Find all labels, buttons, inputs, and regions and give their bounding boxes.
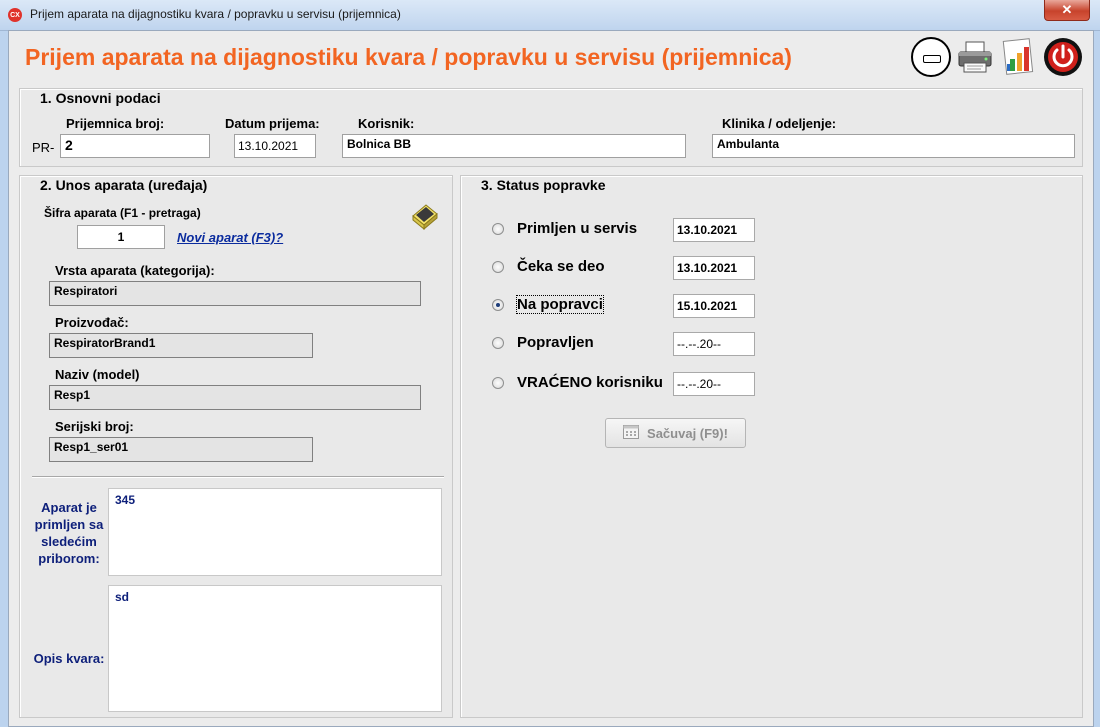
status-date-field[interactable]: 13.10.2021 (673, 256, 755, 280)
section-repair-status: 3. Status popravke Primljen u servis 13.1… (460, 175, 1083, 718)
manufacturer-field: RespiratorBrand1 (49, 333, 313, 358)
window-close-button[interactable]: ✕ (1044, 0, 1090, 21)
status-label[interactable]: Popravljen (517, 334, 594, 351)
serial-label: Serijski broj: (55, 419, 134, 434)
device-type-label: Vrsta aparata (kategorija): (55, 263, 215, 278)
client-label: Korisnik: (358, 116, 415, 131)
receipt-date-field[interactable]: 13.10.2021 (234, 134, 316, 158)
save-button-label: Sačuvaj (F9)! (647, 425, 728, 441)
device-code-field[interactable]: 1 (77, 225, 165, 249)
status-radio[interactable] (492, 337, 504, 349)
section-basic-data: 1. Osnovni podaci Prijemnica broj: PR- 2… (19, 88, 1083, 167)
page-title: Prijem aparata na dijagnostiku kvara / p… (25, 44, 792, 70)
window-title: Prijem aparata na dijagnostiku kvara / p… (30, 7, 401, 21)
app-icon: CX (8, 8, 22, 22)
status-radio[interactable] (492, 377, 504, 389)
status-radio[interactable] (492, 261, 504, 273)
fault-description-label: Opis kvara: (33, 651, 105, 666)
device-code-label: Šifra aparata (F1 - pretraga) (44, 206, 201, 220)
model-field: Resp1 (49, 385, 421, 410)
main-form: Prijem aparata na dijagnostiku kvara / p… (8, 30, 1094, 727)
device-type-field: Respiratori (49, 281, 421, 306)
serial-field: Resp1_ser01 (49, 437, 313, 462)
status-radio[interactable] (492, 223, 504, 235)
receipt-prefix: PR- (32, 140, 55, 155)
power-icon[interactable] (1043, 37, 1083, 77)
save-button[interactable]: Sačuvaj (F9)! (605, 418, 746, 448)
receipt-number-label: Prijemnica broj: (66, 116, 165, 131)
status-date-field[interactable]: 13.10.2021 (673, 218, 755, 242)
clinic-field[interactable]: Ambulanta (712, 134, 1075, 158)
new-device-link[interactable]: Novi aparat (F3)? (177, 230, 283, 245)
section2-divider (32, 476, 444, 478)
status-date-field[interactable]: --.--.20-- (673, 332, 755, 356)
scanner-search-icon[interactable] (410, 200, 440, 231)
section1-title: 1. Osnovni podaci (40, 90, 161, 106)
model-label: Naziv (model) (55, 367, 140, 382)
clinic-label: Klinika / odeljenje: (722, 116, 837, 131)
receipt-number-field[interactable]: 2 (60, 134, 210, 158)
receipt-date-label: Datum prijema: (225, 116, 320, 131)
report-chart-icon[interactable] (999, 37, 1039, 77)
accessories-textarea[interactable]: 345 (108, 488, 442, 576)
status-label[interactable]: Na popravci (516, 295, 604, 314)
client-field[interactable]: Bolnica BB (342, 134, 686, 158)
section3-title: 3. Status popravke (481, 177, 606, 193)
status-date-field[interactable]: --.--.20-- (673, 372, 755, 396)
status-label[interactable]: VRAĆENO korisniku (517, 374, 663, 391)
section-device-entry: 2. Unos aparata (uređaja) Šifra aparata … (19, 175, 453, 718)
status-label[interactable]: Čeka se deo (517, 258, 605, 275)
calendar-icon (623, 424, 640, 442)
section2-title: 2. Unos aparata (uređaja) (40, 177, 208, 193)
minimize-icon[interactable] (911, 37, 951, 77)
fault-description-textarea[interactable]: sd (108, 585, 442, 712)
accessories-label: Aparat je primljen sa sledećim priborom: (34, 500, 104, 566)
status-label[interactable]: Primljen u servis (517, 220, 637, 237)
printer-icon[interactable] (955, 37, 995, 77)
manufacturer-label: Proizvođač: (55, 315, 129, 330)
status-radio[interactable] (492, 299, 504, 311)
window-titlebar: CX Prijem aparata na dijagnostiku kvara … (0, 0, 1100, 31)
status-date-field[interactable]: 15.10.2021 (673, 294, 755, 318)
